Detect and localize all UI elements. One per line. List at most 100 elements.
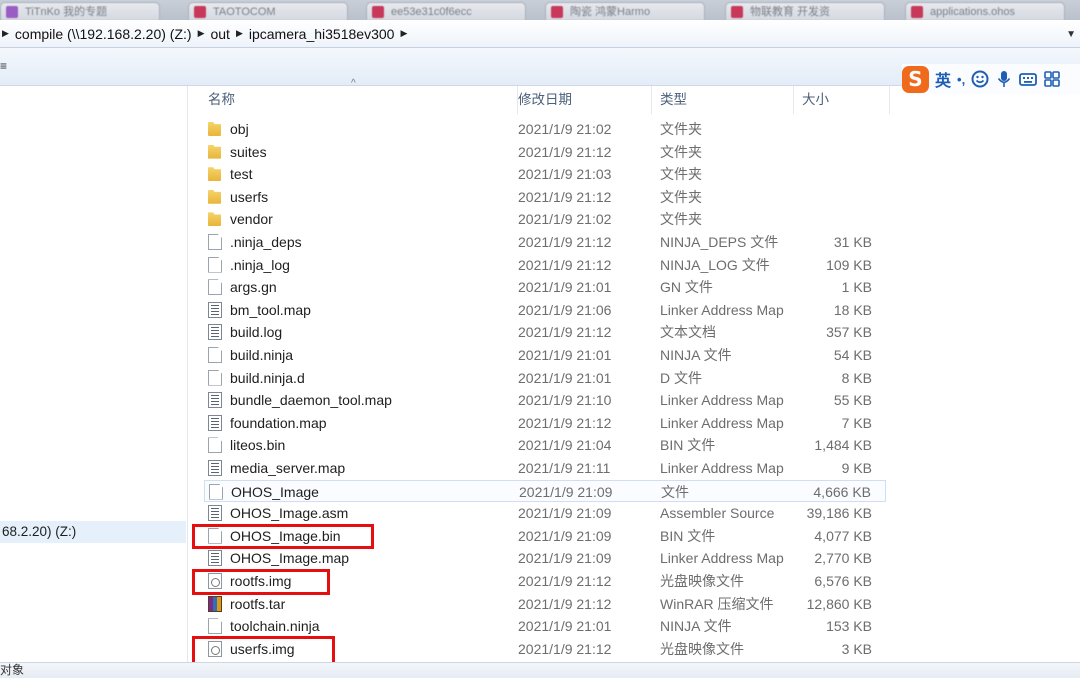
file-date-modified: 2021/1/9 21:01 [518,369,612,386]
file-row[interactable]: toolchain.ninja 2021/1/9 21:01 NINJA 文件 153… [204,615,886,637]
file-row[interactable]: media_server.map 2021/1/9 21:11 Linker Add… [204,457,886,479]
file-date-modified: 2021/1/9 21:12 [518,573,612,589]
file-date-modified: 2021/1/9 21:12 [518,414,612,431]
file-type: NINJA 文件 [660,618,732,635]
file-row[interactable]: liteos.bin 2021/1/9 21:04 BIN 文件 1,484 KB [204,434,886,456]
column-size[interactable]: 大小 [794,86,890,114]
file-size: 357 KB [826,324,872,341]
file-name: toolchain.ninja [230,618,320,635]
file-type: 文本文档 [660,324,716,341]
tab-favicon-icon [194,6,206,18]
file-row[interactable]: obj 2021/1/9 21:02 文件夹 [204,118,886,140]
file-icon [208,234,222,250]
browser-tab[interactable]: applications.ohos [905,2,1065,20]
text-file-icon [208,301,222,318]
file-row[interactable]: userfs 2021/1/9 21:12 文件夹 [204,186,886,208]
file-row[interactable]: .ninja_deps 2021/1/9 21:12 NINJA_DEPS 文件 31… [204,231,886,253]
browser-tab-label: applications.ohos [930,6,1016,18]
column-date-modified[interactable]: 修改日期 [510,86,652,114]
file-row[interactable]: vendor 2021/1/9 21:02 文件夹 [204,208,886,230]
file-row[interactable]: .ninja_log 2021/1/9 21:12 NINJA_LOG 文件 109 … [204,254,886,276]
breadcrumb-chevron-icon[interactable]: ▶ [236,28,243,39]
tab-favicon-icon [372,6,384,18]
nav-item-network-drive[interactable]: 68.2.20) (Z:) [0,521,186,543]
emoji-icon[interactable] [971,70,989,88]
organize-menu-icon[interactable]: ≡ [0,59,7,73]
file-date-modified: 2021/1/9 21:02 [518,121,612,137]
file-row[interactable]: foundation.map 2021/1/9 21:12 Linker Addre… [204,412,886,434]
file-icon [208,369,222,386]
file-type: BIN 文件 [660,527,716,544]
file-row[interactable]: build.ninja 2021/1/9 21:01 NINJA 文件 54 KB [204,344,886,366]
status-bar: 对象 [0,662,1080,678]
file-name: rootfs.tar [230,595,286,612]
file-row[interactable]: args.gn 2021/1/9 21:01 GN 文件 1 KB [204,276,886,298]
browser-tab[interactable]: TAOTOCOM [188,2,348,20]
ime-punctuation-toggle[interactable]: •, [957,72,965,87]
sort-ascending-icon: ^ [351,78,356,89]
ime-toolbar[interactable]: S 英 •, [902,64,1080,94]
file-type: 文件 [661,483,689,500]
navigation-pane[interactable]: 68.2.20) (Z:) [0,86,188,662]
browser-tab-strip: TiTnKo 我的专题 TAOTOCOM ee53e31c0f6ecc 陶瓷 鸿蒙Ha… [0,0,1080,20]
file-row[interactable]: build.log 2021/1/9 21:12 文本文档 357 KB [204,321,886,343]
breadcrumb-chevron-icon[interactable]: ▶ [400,28,407,39]
file-name: .ninja_deps [230,234,302,250]
file-date-modified: 2021/1/9 21:12 [518,234,612,250]
file-type: Linker Address Map [660,392,784,409]
file-row[interactable]: OHOS_Image 2021/1/9 21:09 文件 4,666 KB [204,479,886,502]
breadcrumb-out[interactable]: out [210,26,229,42]
file-row[interactable]: rootfs.tar 2021/1/9 21:12 WinRAR 压缩文件 12,86… [204,593,886,615]
text-file-icon [208,460,222,476]
address-history-dropdown-icon[interactable]: ▼ [1066,29,1076,40]
browser-tab[interactable]: 物联教育 开发资 [725,2,885,20]
text-file-icon [208,550,222,567]
column-name[interactable]: 名称 [200,86,518,114]
browser-tab[interactable]: 陶瓷 鸿蒙Harmo [545,2,705,20]
file-date-modified: 2021/1/9 21:01 [518,347,612,363]
file-name: build.log [230,324,283,341]
file-row[interactable]: test 2021/1/9 21:03 文件夹 [204,163,886,185]
column-type[interactable]: 类型 [652,86,794,114]
winrar-icon [208,595,222,612]
file-size: 54 KB [833,347,872,363]
browser-tab[interactable]: TiTnKo 我的专题 [0,2,160,20]
tab-favicon-icon [911,6,923,18]
file-icon [208,279,222,296]
file-type: NINJA_LOG 文件 [660,256,770,273]
file-date-modified: 2021/1/9 21:11 [518,460,611,476]
file-size: 153 KB [826,618,872,635]
highlight-box-rootfs-img [192,569,330,595]
file-row[interactable]: bm_tool.map 2021/1/9 21:06 Linker Address … [204,299,886,321]
file-row[interactable]: suites 2021/1/9 21:12 文件夹 [204,141,886,163]
keyboard-icon[interactable] [1019,70,1038,88]
tab-favicon-icon [551,6,563,18]
file-row[interactable]: build.ninja.d 2021/1/9 21:01 D 文件 8 KB [204,367,886,389]
file-type: NINJA 文件 [660,347,732,363]
file-name: OHOS_Image [231,483,319,500]
tab-favicon-icon [731,6,743,18]
file-date-modified: 2021/1/9 21:12 [518,188,612,205]
ime-grid-menu-icon[interactable] [1043,70,1061,88]
browser-tab-label: 物联教育 开发资 [750,6,831,18]
breadcrumb-current-folder[interactable]: ipcamera_hi3518ev300 [249,26,395,42]
address-bar[interactable]: ▶ compile (\\192.168.2.20) (Z:) ▶ out ▶ … [0,20,1080,48]
sogou-logo-icon[interactable]: S [902,65,929,93]
file-row[interactable]: bundle_daemon_tool.map 2021/1/9 21:10 Link… [204,389,886,411]
file-row[interactable]: OHOS_Image.asm 2021/1/9 21:09 Assembler So… [204,502,886,524]
file-date-modified: 2021/1/9 21:09 [519,483,613,500]
file-size: 39,186 KB [806,505,872,522]
ime-language-toggle[interactable]: 英 [935,67,951,91]
breadcrumb-chevron-icon[interactable]: ▶ [2,28,9,39]
file-row[interactable]: OHOS_Image.map 2021/1/9 21:09 Linker Addre… [204,547,886,569]
browser-tab[interactable]: ee53e31c0f6ecc [366,2,526,20]
breadcrumb-drive[interactable]: compile (\\192.168.2.20) (Z:) [15,26,192,42]
file-name: bm_tool.map [230,301,311,318]
file-name: build.ninja [230,347,294,363]
file-type: GN 文件 [660,279,713,296]
file-size: 9 KB [841,460,872,476]
file-type: Linker Address Map [660,301,784,318]
file-name: obj [230,121,249,137]
microphone-icon[interactable] [995,70,1013,88]
breadcrumb-chevron-icon[interactable]: ▶ [198,28,205,39]
